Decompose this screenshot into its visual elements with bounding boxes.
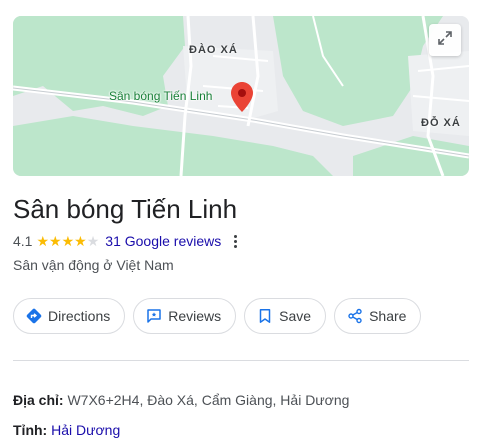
map-preview[interactable]: ĐÀO XÁ ĐỖ XÁ Sân bóng Tiến Linh [13,16,469,176]
action-buttons: Directions Reviews Save Share [13,298,422,334]
map-label-dao-xa: ĐÀO XÁ [189,44,238,56]
share-button[interactable]: Share [334,298,422,334]
map-pin-label: Sân bóng Tiến Linh [109,89,213,103]
share-label: Share [369,308,407,324]
directions-label: Directions [48,308,111,324]
star-icon: ★ [36,233,50,249]
address-value: W7X6+2H4, Đào Xá, Cẩm Giàng, Hải Dương [67,392,350,408]
province-row: Tỉnh: Hải Dương [13,422,121,438]
place-title: Sân bóng Tiến Linh [13,194,238,224]
reviews-button[interactable]: Reviews [133,298,237,334]
star-icon: ★ [61,233,75,249]
star-icon: ★ [86,233,100,249]
more-options-icon[interactable] [229,232,241,250]
bookmark-icon [257,308,273,324]
directions-icon [26,308,42,324]
share-icon [347,308,363,324]
save-button[interactable]: Save [244,298,327,334]
map-pin-icon [231,82,253,117]
save-label: Save [279,308,312,324]
address-row: Địa chỉ: W7X6+2H4, Đào Xá, Cẩm Giàng, Hả… [13,392,350,408]
reviews-label: Reviews [168,308,222,324]
place-category: Sân vận động ở Việt Nam [13,257,174,273]
expand-icon [437,30,453,51]
google-reviews-link[interactable]: 31 Google reviews [105,233,221,249]
rating-value: 4.1 [13,233,33,249]
map-label-do-xa: ĐỖ XÁ [421,117,461,129]
province-label: Tỉnh [13,422,43,438]
province-link[interactable]: Hải Dương [51,422,120,438]
star-icon: ★ [74,233,87,249]
expand-map-button[interactable] [429,24,461,56]
star-icon: ★ [49,233,62,249]
star-rating: ★ ★ ★ ★ ★ [36,234,99,248]
directions-button[interactable]: Directions [13,298,126,334]
reviews-icon [146,308,162,324]
section-divider [13,360,469,361]
rating-row: 4.1 ★ ★ ★ ★ ★ 31 Google reviews [13,232,241,250]
address-label: Địa chỉ [13,392,59,408]
